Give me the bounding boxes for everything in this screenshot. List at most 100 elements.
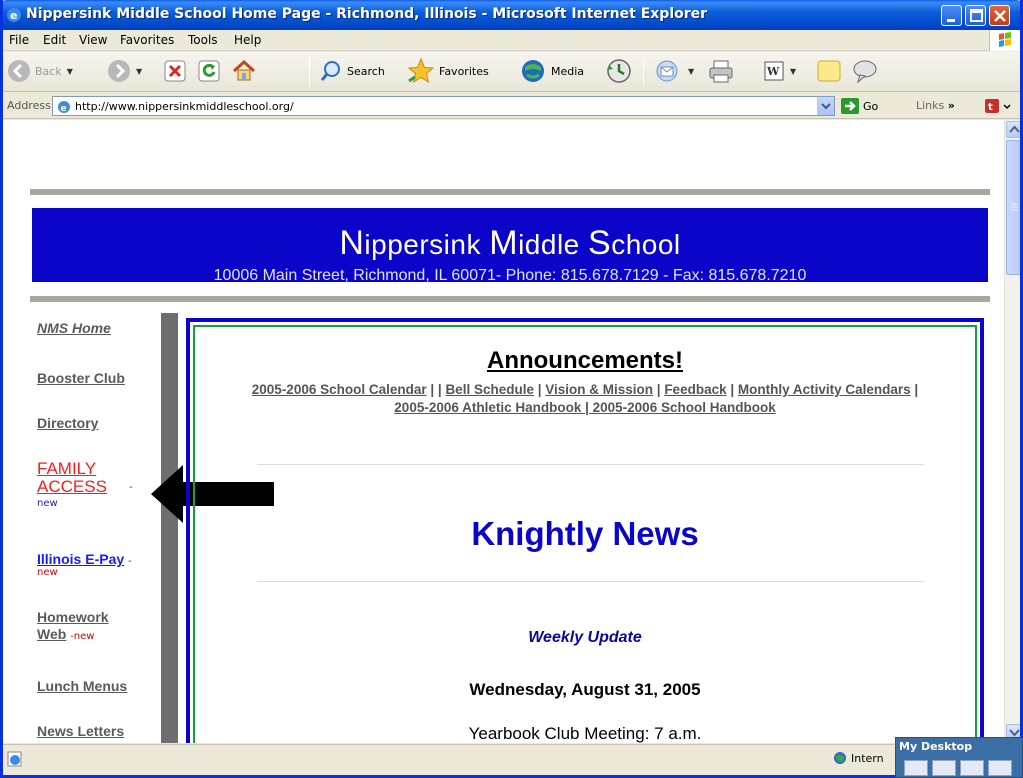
desktop-thumbnail-icon[interactable] [988, 760, 1012, 776]
status-bar: Intern [3, 744, 1020, 775]
search-button[interactable]: Search [319, 52, 385, 90]
address-url: http://www.nippersinkmiddleschool.org/ [75, 100, 294, 113]
history-button[interactable] [605, 52, 633, 90]
back-dropdown-icon[interactable]: ▼ [67, 67, 73, 76]
vertical-scrollbar[interactable] [1004, 120, 1020, 743]
search-icon [320, 61, 340, 81]
desktop-thumbnail-icon[interactable] [904, 760, 928, 776]
translate-button[interactable]: t [983, 96, 1013, 119]
link-school-calendar[interactable]: 2005-2006 School Calendar [252, 382, 427, 397]
homework-web-item: Homework Web -new [37, 609, 167, 643]
weekly-update-heading: Weekly Update [528, 629, 642, 646]
discuss-button[interactable] [815, 52, 843, 90]
menu-tools[interactable]: Tools [188, 33, 218, 47]
go-button[interactable]: Go [841, 98, 878, 114]
school-address: 10006 Main Street, Richmond, IL 60071- P… [213, 267, 807, 284]
standard-toolbar: Back ▼ ▼ Search Favorites Media ▼ W ▼ [3, 52, 1020, 92]
stop-button[interactable] [164, 52, 186, 90]
family-access-line2: ACCESS [37, 477, 107, 496]
link-bell-schedule[interactable]: Bell Schedule [445, 382, 534, 397]
link-handbooks[interactable]: 2005-2006 Athletic Handbook | 2005-2006 … [394, 400, 775, 415]
forward-dropdown-icon[interactable]: ▼ [136, 67, 142, 76]
link-vision-mission[interactable]: Vision & Mission [545, 382, 653, 397]
printer-icon [709, 60, 733, 83]
media-button[interactable]: Media [519, 52, 584, 90]
chevron-down-icon [821, 103, 831, 110]
favorites-button[interactable]: Favorites [407, 52, 489, 90]
top-rule [30, 189, 990, 195]
page-ie-icon: e [56, 99, 72, 115]
word-edit-icon: W [764, 61, 784, 81]
svg-text:W: W [766, 65, 780, 78]
scroll-up-button[interactable] [1006, 121, 1020, 138]
link-separator: | [726, 382, 738, 397]
my-desktop-popup[interactable]: My Desktop [895, 737, 1023, 778]
illinois-epay-item: Illinois E-Pay - new [37, 551, 167, 578]
divider-line [257, 581, 924, 582]
sidebar-item-homework-web-line1[interactable]: Homework [37, 609, 167, 626]
mail-dropdown-icon[interactable]: ▼ [688, 67, 694, 76]
security-zone-label: Intern [851, 751, 884, 765]
back-button[interactable]: Back ▼ [7, 52, 73, 90]
sidebar-item-lunch-menus[interactable]: Lunch Menus [37, 678, 127, 694]
title-bar[interactable]: e Nippersink Middle School Home Page - R… [3, 0, 1020, 30]
menu-favorites[interactable]: Favorites [120, 33, 174, 47]
school-banner: Nippersink Middle School 10006 Main Stre… [32, 208, 988, 284]
family-access-line1: FAMILY [37, 459, 97, 478]
homework-web-new-badge: -new [70, 631, 95, 642]
close-button[interactable] [989, 5, 1010, 26]
desktop-thumbnail-icon[interactable] [932, 760, 956, 776]
maximize-button[interactable] [965, 5, 986, 26]
search-label: Search [347, 64, 385, 78]
edit-dropdown-icon[interactable]: ▼ [790, 67, 796, 76]
menu-edit[interactable]: Edit [43, 33, 66, 47]
my-desktop-title: My Desktop [899, 740, 973, 753]
news-date: Wednesday, August 31, 2005 [469, 680, 701, 699]
family-access-dash: - [129, 482, 133, 493]
media-icon [522, 60, 544, 82]
forward-button[interactable]: ▼ [107, 52, 142, 90]
links-label[interactable]: Links » [916, 99, 955, 112]
messenger-button[interactable] [851, 52, 879, 90]
sidebar-item-nms-home[interactable]: NMS Home [37, 320, 111, 336]
maximize-icon [970, 9, 983, 22]
announcements-inner-frame: Announcements! 2005-2006 School Calendar… [193, 325, 977, 743]
school-name-word-1: ippersink [364, 229, 481, 260]
sidebar-item-homework-web-line2[interactable]: Web [37, 626, 66, 642]
go-arrow-icon [841, 98, 859, 114]
link-monthly-calendars[interactable]: Monthly Activity Calendars [738, 382, 911, 397]
news-item: Yearbook Club Meeting: 7 a.m. [468, 724, 702, 743]
scroll-thumb[interactable] [1006, 140, 1020, 275]
address-dropdown-button[interactable] [817, 97, 834, 115]
sidebar-item-illinois-epay[interactable]: Illinois E-Pay [37, 551, 124, 567]
bottom-rule [30, 296, 990, 302]
menu-help[interactable]: Help [234, 33, 261, 47]
school-name-word-2: iddle [518, 229, 580, 260]
address-bar: Address e http://www.nippersinkmiddlesch… [3, 93, 1020, 119]
school-name-initial-n: N [339, 224, 365, 262]
address-input[interactable]: e http://www.nippersinkmiddleschool.org/ [52, 96, 835, 116]
page-viewport[interactable]: Nippersink Middle School 10006 Main Stre… [3, 120, 1004, 743]
media-label: Media [551, 64, 585, 78]
school-name-initial-s: S [588, 224, 612, 262]
desktop-thumbnail-icon[interactable] [960, 760, 984, 776]
refresh-button[interactable] [198, 52, 220, 90]
sidebar-item-news-letters[interactable]: News Letters [37, 723, 124, 739]
link-feedback[interactable]: Feedback [664, 382, 726, 397]
windows-flag-icon [989, 30, 1020, 51]
menu-file[interactable]: File [9, 33, 29, 47]
sidebar-item-directory[interactable]: Directory [37, 415, 98, 431]
minimize-button[interactable] [941, 5, 962, 26]
menu-view[interactable]: View [79, 33, 107, 47]
sidebar-item-booster-club[interactable]: Booster Club [37, 370, 125, 386]
edit-button[interactable]: W ▼ [763, 52, 796, 90]
announcements-title: Announcements! [486, 347, 683, 374]
link-separator: | [910, 382, 919, 397]
family-access-item: FAMILY ACCESS - new [37, 459, 147, 510]
home-button[interactable] [231, 52, 257, 90]
print-button[interactable] [707, 52, 735, 90]
address-label: Address [7, 99, 51, 112]
mail-button[interactable]: ▼ [655, 52, 694, 90]
link-separator: | | [426, 382, 446, 397]
favorites-label: Favorites [439, 64, 489, 78]
